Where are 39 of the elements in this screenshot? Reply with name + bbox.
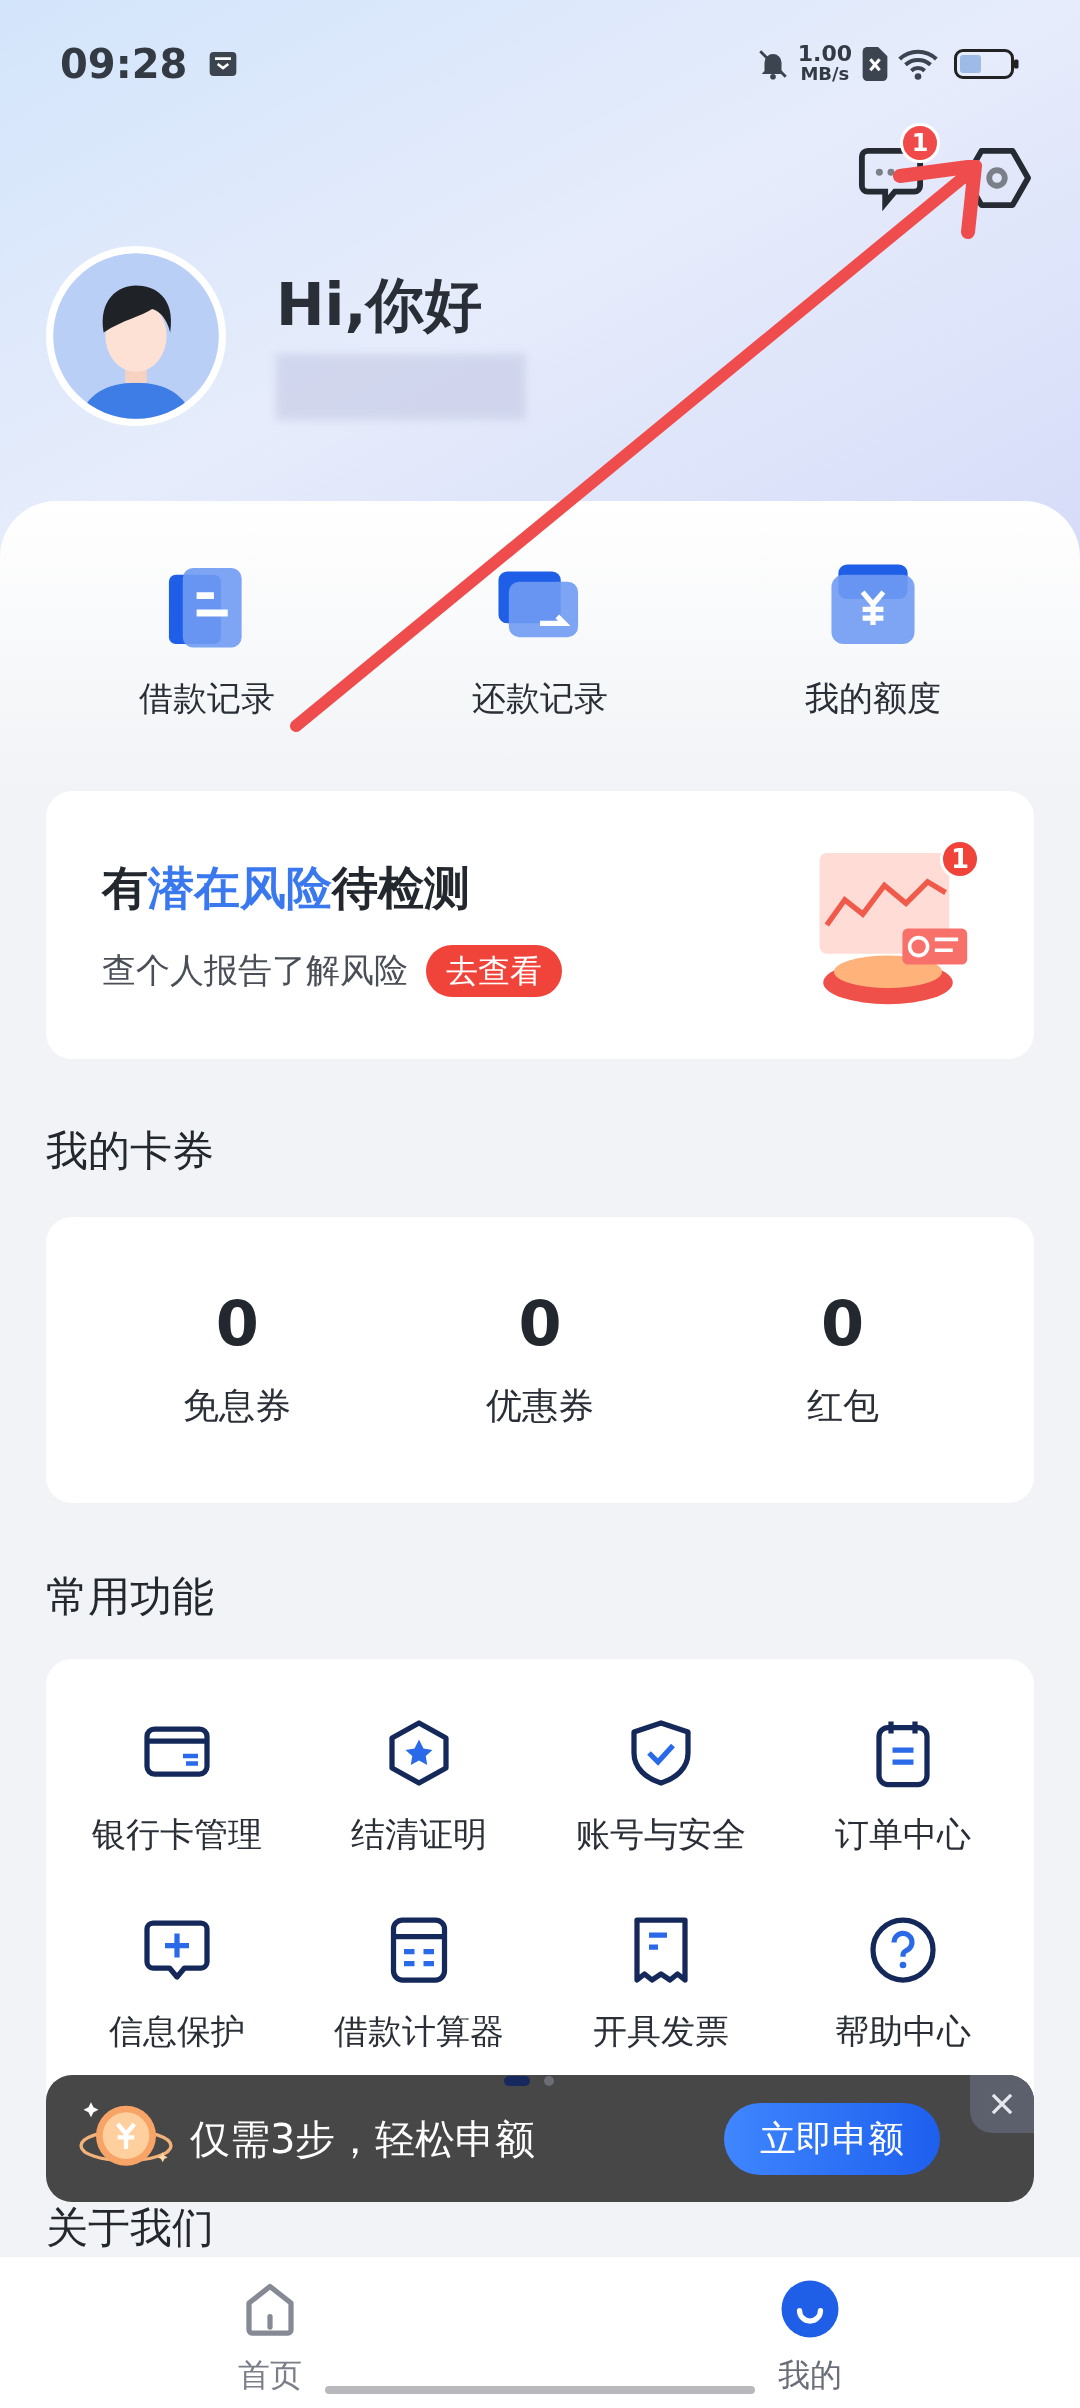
greeting-text: Hi,你好: [276, 270, 484, 340]
nav-tab[interactable]: 首页: [170, 2279, 370, 2408]
notification-badge: 1: [940, 839, 980, 879]
network-speed-unit: MB/s: [800, 64, 850, 84]
help-icon: [867, 1914, 939, 1986]
function-item[interactable]: 银行卡管理: [56, 1717, 298, 1860]
function-item[interactable]: 信息保护: [56, 1914, 298, 2057]
coupon-count: 0: [821, 1287, 865, 1361]
nav-tab[interactable]: 我的: [710, 2279, 910, 2408]
coupon-count: 0: [518, 1287, 562, 1361]
battery-icon: [954, 47, 1020, 81]
section-title: 关于我们: [46, 2203, 215, 2253]
quick-link[interactable]: 借款记录: [86, 561, 327, 724]
section-title: 常用功能: [46, 1571, 215, 1623]
smile-icon: [780, 2279, 840, 2339]
view-button[interactable]: 去查看: [426, 944, 562, 997]
coupon-label: 免息券: [183, 1384, 292, 1428]
function-item[interactable]: 帮助中心: [782, 1914, 1024, 2057]
coupon-label: 红包: [806, 1384, 879, 1428]
quick-link[interactable]: 还款记录: [420, 561, 660, 724]
quick-link[interactable]: 我的额度: [753, 561, 994, 724]
function-item[interactable]: 开具发票: [540, 1914, 782, 2057]
coupon-count: 0: [215, 1287, 259, 1361]
close-button[interactable]: [970, 2075, 1034, 2133]
status-time: 09:28: [60, 40, 188, 89]
close-icon: [989, 2091, 1015, 2117]
function-item[interactable]: 结清证明: [298, 1717, 540, 1860]
risk-title: 有潜在风险待检测: [102, 859, 471, 917]
function-item[interactable]: 订单中心: [782, 1717, 1024, 1860]
function-item[interactable]: 账号与安全: [540, 1717, 782, 1860]
promo-text: 仅需3步，轻松申额: [190, 2114, 536, 2164]
apply-button[interactable]: 立即申额: [724, 2102, 940, 2175]
risk-subtitle: 查个人报告了解风险: [102, 949, 408, 992]
function-item[interactable]: 借款计算器: [298, 1914, 540, 2057]
coupon-label: 优惠券: [486, 1384, 594, 1428]
avatar-icon: [46, 246, 226, 426]
network-speed: 1.00: [797, 44, 852, 64]
wifi-icon: [898, 47, 938, 81]
section-title: 我的卡券: [46, 1125, 215, 1177]
